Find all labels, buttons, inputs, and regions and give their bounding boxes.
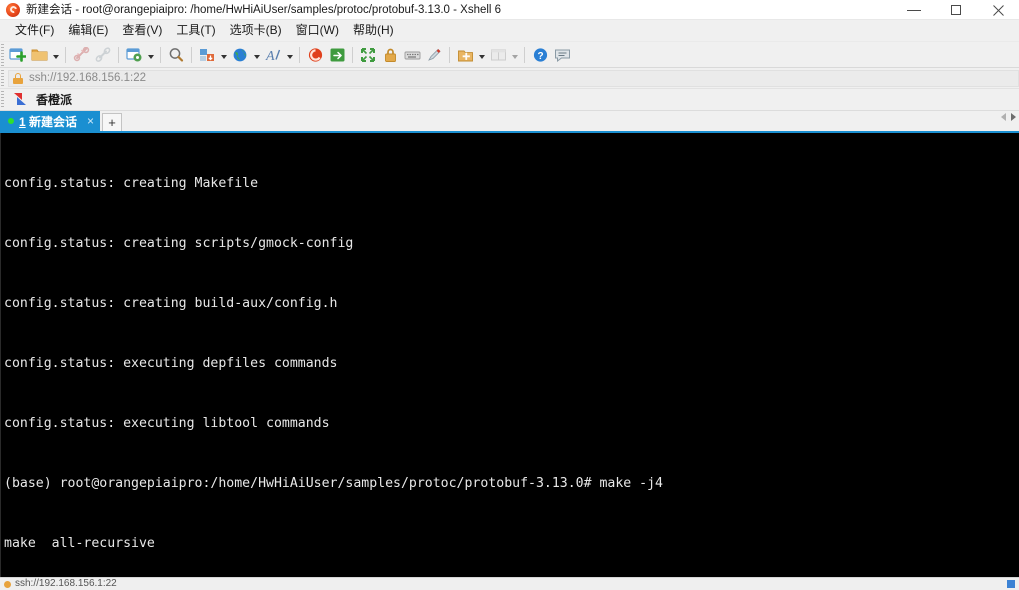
prev-tab-arrow[interactable]	[1001, 113, 1006, 121]
new-session-icon[interactable]	[6, 44, 28, 66]
window-title: 新建会话 - root@orangepiaipro: /home/HwHiAiU…	[26, 3, 502, 16]
toolbar-separator	[160, 46, 161, 63]
tab-bar: 1 新建会话 × +	[0, 111, 1019, 133]
file-transfer-dropdown-arrow[interactable]	[218, 44, 229, 66]
window-controls	[893, 0, 1019, 20]
layout-icon[interactable]	[487, 44, 509, 66]
svg-text:A: A	[265, 49, 275, 63]
feedback-icon[interactable]	[551, 44, 573, 66]
open-folder-icon[interactable]	[28, 44, 50, 66]
address-input[interactable]: ssh://192.168.156.1:22	[8, 69, 1019, 87]
terminal-line: make all-recursive	[4, 536, 155, 551]
title-bar: 新建会话 - root@orangepiaipro: /home/HwHiAiU…	[0, 0, 1019, 20]
toolbar-separator	[191, 46, 192, 63]
find-icon[interactable]	[165, 44, 187, 66]
svg-text:?: ?	[537, 51, 543, 62]
bookmark-orangepi[interactable]: 香橙派	[10, 92, 76, 108]
menu-edit[interactable]: 编辑(E)	[61, 20, 115, 41]
status-right	[1007, 580, 1015, 588]
menu-tools[interactable]: 工具(T)	[169, 20, 222, 41]
terminal-prompt-line: (base) root@orangepiaipro:/home/HwHiAiUs…	[4, 476, 663, 491]
terminal-line: config.status: creating Makefile	[4, 176, 259, 191]
address-value: ssh://192.168.156.1:22	[29, 71, 147, 84]
tab-index: 1	[19, 114, 26, 129]
menu-window[interactable]: 窗口(W)	[289, 20, 346, 41]
status-host: ssh://192.168.156.1:22	[15, 578, 117, 589]
tab-session-1[interactable]: 1 新建会话 ×	[0, 111, 101, 131]
terminal-line: config.status: executing libtool command…	[4, 416, 330, 431]
xshell-icon	[5, 2, 21, 18]
add-tab-icon[interactable]	[454, 44, 476, 66]
flag-icon	[14, 93, 28, 106]
address-bar: ssh://192.168.156.1:22	[0, 68, 1019, 89]
bookmark-bar: 香橙派	[0, 89, 1019, 111]
file-transfer-icon[interactable]	[196, 44, 218, 66]
status-indicator-icon	[1007, 580, 1015, 588]
new-tab-button[interactable]: +	[102, 113, 123, 131]
maximize-button[interactable]	[935, 0, 977, 20]
next-tab-arrow[interactable]	[1011, 113, 1016, 121]
menu-file[interactable]: 文件(F)	[8, 20, 61, 41]
status-left: ssh://192.168.156.1:22	[4, 578, 117, 590]
add-tab-dropdown-arrow[interactable]	[476, 44, 487, 66]
minimize-button[interactable]	[893, 0, 935, 20]
session-properties-icon[interactable]	[123, 44, 145, 66]
help-icon[interactable]: ?	[529, 44, 551, 66]
tab-title: 新建会话	[29, 114, 78, 129]
toolbar-separator	[524, 46, 525, 63]
bookmark-label: 香橙派	[36, 92, 73, 107]
terminal-line: config.status: executing depfiles comman…	[4, 356, 338, 371]
status-bar: ssh://192.168.156.1:22	[0, 577, 1019, 590]
tab-connected-indicator	[8, 118, 14, 124]
properties-dropdown-arrow[interactable]	[145, 44, 156, 66]
lock-icon	[13, 72, 23, 84]
tab-close-icon[interactable]: ×	[85, 114, 96, 128]
reconnect-icon[interactable]	[92, 44, 114, 66]
highlight-icon[interactable]	[423, 44, 445, 66]
terminal-output[interactable]: config.status: creating Makefile config.…	[0, 133, 1019, 577]
font-icon[interactable]: A	[262, 44, 284, 66]
disconnect-icon[interactable]	[70, 44, 92, 66]
fullscreen-icon[interactable]	[357, 44, 379, 66]
terminal-line: config.status: creating scripts/gmock-co…	[4, 236, 354, 251]
globe-icon[interactable]	[229, 44, 251, 66]
menu-help[interactable]: 帮助(H)	[346, 20, 401, 41]
keyboard-icon[interactable]	[401, 44, 423, 66]
close-button[interactable]	[977, 0, 1019, 20]
lock-icon[interactable]	[379, 44, 401, 66]
status-connection-icon	[4, 580, 11, 588]
xshell-logo-icon[interactable]	[304, 44, 326, 66]
toolbar: A ?	[0, 42, 1019, 68]
terminal-line: config.status: creating build-aux/config…	[4, 296, 338, 311]
menu-tabs[interactable]: 选项卡(B)	[223, 20, 289, 41]
menu-view[interactable]: 查看(V)	[115, 20, 169, 41]
menu-bar: 文件(F) 编辑(E) 查看(V) 工具(T) 选项卡(B) 窗口(W) 帮助(…	[0, 20, 1019, 42]
layout-dropdown-arrow[interactable]	[509, 44, 520, 66]
xftp-icon[interactable]	[326, 44, 348, 66]
toolbar-separator	[352, 46, 353, 63]
toolbar-separator	[65, 46, 66, 63]
toolbar-separator	[118, 46, 119, 63]
open-dropdown-arrow[interactable]	[50, 44, 61, 66]
font-dropdown-arrow[interactable]	[284, 44, 295, 66]
tab-label: 1 新建会话	[19, 113, 77, 130]
globe-dropdown-arrow[interactable]	[251, 44, 262, 66]
toolbar-separator	[299, 46, 300, 63]
tab-nav	[1001, 113, 1016, 121]
toolbar-separator	[449, 46, 450, 63]
